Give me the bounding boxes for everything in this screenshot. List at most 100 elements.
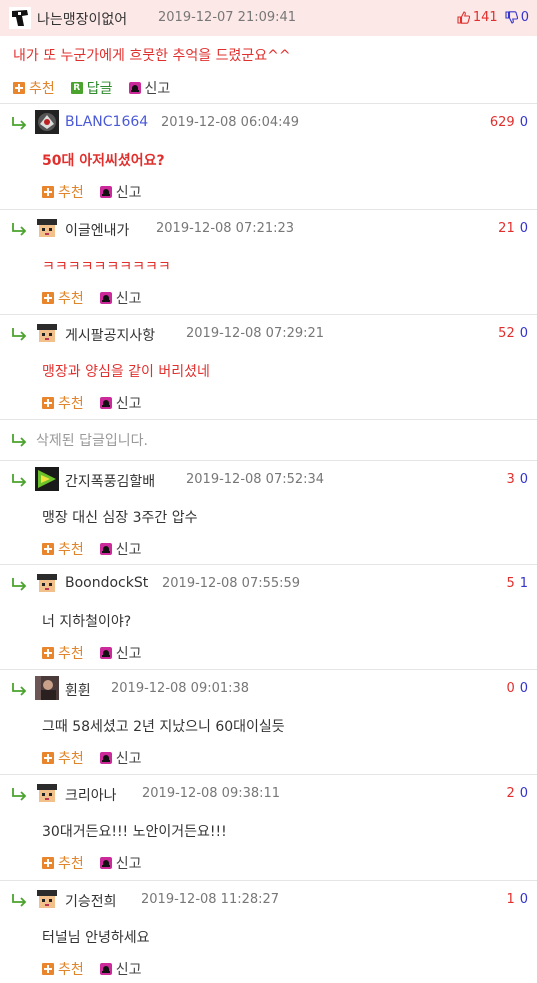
comment-downvote-count[interactable]: 0 xyxy=(520,221,528,236)
comment-item: 크리아나 2019-12-08 09:38:11 2 0 30대거든요!!! 노안이거든… xyxy=(0,774,537,880)
report-button[interactable]: 신고 xyxy=(99,959,142,979)
post-author-name[interactable]: 나는맹장이없어 xyxy=(37,9,127,29)
commenter-name[interactable]: 기승전희 xyxy=(65,891,117,911)
commenter-avatar[interactable] xyxy=(35,216,59,240)
reply-arrow-icon xyxy=(12,683,27,696)
comment-downvote-count[interactable]: 1 xyxy=(520,576,528,591)
report-label: 신고 xyxy=(115,542,142,558)
commenter-name[interactable]: 이글엔내가 xyxy=(65,220,129,240)
comment-item: 이글엔내가 2019-12-08 07:21:23 21 0 ㅋㅋㅋㅋㅋㅋㅋㅋㅋㅋ 추천 신… xyxy=(0,209,537,314)
comment-votes: 10 xyxy=(506,892,528,907)
commenter-name[interactable]: 휜휜 xyxy=(65,680,91,700)
report-button[interactable]: 신고 xyxy=(99,393,142,413)
report-button[interactable]: 신고 xyxy=(99,182,142,202)
recommend-button[interactable]: 추천 xyxy=(42,393,84,413)
reply-icon: R xyxy=(70,82,83,94)
commenter-avatar[interactable] xyxy=(35,110,59,134)
report-bell-icon xyxy=(99,857,112,869)
commenter-name[interactable]: BoondockSt xyxy=(65,575,148,591)
commenter-avatar[interactable] xyxy=(35,321,59,345)
report-button[interactable]: 신고 xyxy=(99,539,142,559)
comment-text: 맹장과 양심을 같이 버리셨네 xyxy=(42,364,210,380)
reply-arrow-icon xyxy=(12,894,27,907)
comment-upvote-count[interactable]: 5 xyxy=(506,576,514,591)
comment-upvote-count[interactable]: 2 xyxy=(506,786,514,801)
comment-item: 삭제된 답글입니다. xyxy=(0,419,537,460)
comment-upvote-count[interactable]: 21 xyxy=(498,221,515,236)
comment-date: 2019-12-08 07:21:23 xyxy=(156,221,295,236)
reply-arrow-icon xyxy=(12,578,27,591)
commenter-avatar[interactable] xyxy=(35,887,59,911)
report-bell-icon xyxy=(99,752,112,764)
comment-date: 2019-12-08 11:28:27 xyxy=(141,892,280,907)
recommend-button[interactable]: 추천 xyxy=(42,643,84,663)
report-label: 신고 xyxy=(115,291,142,307)
plus-icon xyxy=(42,292,54,304)
recommend-label: 추천 xyxy=(29,81,55,97)
comment-upvote-count[interactable]: 1 xyxy=(506,892,514,907)
comment-votes: 00 xyxy=(506,681,528,696)
report-button[interactable]: 신고 xyxy=(99,288,142,308)
comment-upvote-count[interactable]: 0 xyxy=(506,681,514,696)
comment-item: 기승전희 2019-12-08 11:28:27 1 0 터널님 안녕하세요추천 신고 xyxy=(0,880,537,983)
plus-icon xyxy=(42,647,54,659)
comment-text: 맹장 대신 심장 3주간 압수 xyxy=(42,510,198,526)
commenter-avatar[interactable] xyxy=(35,781,59,805)
comment-downvote-count[interactable]: 0 xyxy=(520,892,528,907)
comment-upvote-count[interactable]: 52 xyxy=(498,326,515,341)
comment-votes: 52 0 xyxy=(498,326,528,341)
report-button[interactable]: 신고 xyxy=(99,853,142,873)
comment-date: 2019-12-08 09:38:11 xyxy=(142,786,281,801)
recommend-button[interactable]: 추천 xyxy=(42,182,84,202)
reply-arrow-icon xyxy=(12,223,27,236)
recommend-button[interactable]: 추천 xyxy=(42,288,84,308)
report-button[interactable]: 신고 xyxy=(128,78,170,98)
recommend-label: 추천 xyxy=(58,542,84,558)
comment-downvote-count[interactable]: 0 xyxy=(520,326,528,341)
report-bell-icon xyxy=(99,647,112,659)
commenter-avatar[interactable] xyxy=(35,676,59,700)
recommend-button[interactable]: 추천 xyxy=(42,959,84,979)
comment-text: 그때 58세셨고 2년 지났으니 60대이실듯 xyxy=(42,719,285,735)
comment-text: 터널님 안녕하세요 xyxy=(42,930,150,946)
comment-actions: 추천 신고 xyxy=(42,643,158,663)
comment-text: 30대거든요!!! 노안이거든요!!! xyxy=(42,824,227,840)
thumbs-down-icon[interactable] xyxy=(505,11,518,24)
commenter-avatar[interactable] xyxy=(35,571,59,595)
comment-votes: 21 0 xyxy=(498,221,528,236)
comment-downvote-count[interactable]: 0 xyxy=(520,786,528,801)
report-button[interactable]: 신고 xyxy=(99,748,142,768)
commenter-name[interactable]: 크리아나 xyxy=(65,785,117,805)
reply-button[interactable]: R 답글 xyxy=(70,78,113,98)
reply-arrow-icon xyxy=(12,117,27,130)
author-avatar[interactable] xyxy=(9,7,31,29)
comment-upvote-count[interactable]: 3 xyxy=(506,472,514,487)
comment-downvote-count[interactable]: 0 xyxy=(520,681,528,696)
comment-downvote-count[interactable]: 0 xyxy=(520,115,528,130)
plus-icon xyxy=(13,82,25,94)
comment-votes: 30 xyxy=(506,472,528,487)
deleted-reply-text: 삭제된 답글입니다. xyxy=(36,433,148,449)
recommend-button[interactable]: 추천 xyxy=(13,78,55,98)
recommend-button[interactable]: 추천 xyxy=(42,853,84,873)
comment-upvote-count[interactable]: 629 xyxy=(490,115,515,130)
commenter-name[interactable]: 게시팔공지사항 xyxy=(65,325,155,345)
recommend-button[interactable]: 추천 xyxy=(42,539,84,559)
recommend-label: 추천 xyxy=(58,396,84,412)
comment-downvote-count[interactable]: 0 xyxy=(520,472,528,487)
comment-item: 휜휜 2019-12-08 09:01:38 0 0 그때 58세셨고 2년 지났으니 … xyxy=(0,669,537,774)
commenter-avatar[interactable] xyxy=(35,467,59,491)
report-button[interactable]: 신고 xyxy=(99,643,142,663)
recommend-button[interactable]: 추천 xyxy=(42,748,84,768)
comment-votes: 51 xyxy=(506,576,528,591)
report-bell-icon xyxy=(99,292,112,304)
thumbs-up-icon[interactable] xyxy=(457,11,470,24)
commenter-name[interactable]: BLANC1664 xyxy=(65,114,148,130)
comment-votes: 20 xyxy=(506,786,528,801)
comment-date: 2019-12-08 06:04:49 xyxy=(161,115,300,130)
commenter-name[interactable]: 간지폭풍김할배 xyxy=(65,471,155,491)
recommend-label: 추천 xyxy=(58,751,84,767)
reply-arrow-icon xyxy=(12,788,27,801)
comment-actions: 추천 신고 xyxy=(42,853,158,873)
reply-arrow-icon xyxy=(12,474,27,487)
